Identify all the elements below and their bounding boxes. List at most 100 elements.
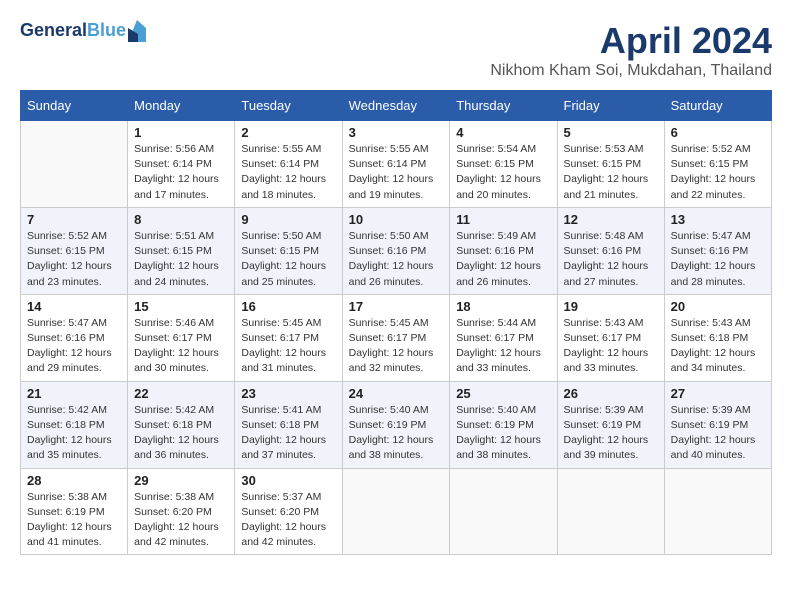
day-number: 23 <box>241 386 335 401</box>
day-info: Sunrise: 5:39 AMSunset: 6:19 PMDaylight:… <box>671 403 765 464</box>
calendar-cell: 1 Sunrise: 5:56 AMSunset: 6:14 PMDaylight… <box>128 121 235 208</box>
day-info: Sunrise: 5:47 AMSunset: 6:16 PMDaylight:… <box>671 229 765 290</box>
day-number: 18 <box>456 299 550 314</box>
day-number: 20 <box>671 299 765 314</box>
day-number: 14 <box>27 299 121 314</box>
calendar-cell: 26 Sunrise: 5:39 AMSunset: 6:19 PMDayligh… <box>557 381 664 468</box>
day-number: 12 <box>564 212 658 227</box>
day-info: Sunrise: 5:38 AMSunset: 6:20 PMDaylight:… <box>134 490 228 551</box>
day-info: Sunrise: 5:40 AMSunset: 6:19 PMDaylight:… <box>349 403 444 464</box>
day-info: Sunrise: 5:55 AMSunset: 6:14 PMDaylight:… <box>241 142 335 203</box>
day-number: 16 <box>241 299 335 314</box>
calendar-cell: 15 Sunrise: 5:46 AMSunset: 6:17 PMDayligh… <box>128 294 235 381</box>
calendar-header: SundayMondayTuesdayWednesdayThursdayFrid… <box>21 91 772 121</box>
day-number: 10 <box>349 212 444 227</box>
calendar-cell: 11 Sunrise: 5:49 AMSunset: 6:16 PMDayligh… <box>450 207 557 294</box>
calendar-cell <box>450 468 557 555</box>
calendar-cell <box>557 468 664 555</box>
weekday-header-tuesday: Tuesday <box>235 91 342 121</box>
weekday-header-monday: Monday <box>128 91 235 121</box>
calendar-cell: 23 Sunrise: 5:41 AMSunset: 6:18 PMDayligh… <box>235 381 342 468</box>
calendar-table: SundayMondayTuesdayWednesdayThursdayFrid… <box>20 90 772 555</box>
day-number: 30 <box>241 473 335 488</box>
calendar-cell: 25Sunrise: 5:40 AMSunset: 6:19 PMDayligh… <box>450 381 557 468</box>
calendar-cell: 4Sunrise: 5:54 AMSunset: 6:15 PMDaylight… <box>450 121 557 208</box>
day-number: 4 <box>456 125 550 140</box>
calendar-cell: 21Sunrise: 5:42 AMSunset: 6:18 PMDayligh… <box>21 381 128 468</box>
day-number: 5 <box>564 125 658 140</box>
day-number: 17 <box>349 299 444 314</box>
day-info: Sunrise: 5:52 AMSunset: 6:15 PMDaylight:… <box>671 142 765 203</box>
day-number: 6 <box>671 125 765 140</box>
calendar-cell <box>21 121 128 208</box>
weekday-header-thursday: Thursday <box>450 91 557 121</box>
calendar-week-5: 28 Sunrise: 5:38 AMSunset: 6:19 PMDayligh… <box>21 468 772 555</box>
day-number: 24 <box>349 386 444 401</box>
day-info: Sunrise: 5:45 AMSunset: 6:17 PMDaylight:… <box>349 316 444 377</box>
day-info: Sunrise: 5:46 AMSunset: 6:17 PMDaylight:… <box>134 316 228 377</box>
calendar-cell: 30 Sunrise: 5:37 AMSunset: 6:20 PMDayligh… <box>235 468 342 555</box>
calendar-cell <box>342 468 450 555</box>
day-info: Sunrise: 5:50 AMSunset: 6:16 PMDaylight:… <box>349 229 444 290</box>
day-number: 27 <box>671 386 765 401</box>
calendar-cell: 22 Sunrise: 5:42 AMSunset: 6:18 PMDayligh… <box>128 381 235 468</box>
calendar-cell: 29Sunrise: 5:38 AMSunset: 6:20 PMDayligh… <box>128 468 235 555</box>
day-number: 28 <box>27 473 121 488</box>
calendar-cell: 27 Sunrise: 5:39 AMSunset: 6:19 PMDayligh… <box>664 381 771 468</box>
day-number: 1 <box>134 125 228 140</box>
weekday-header-row: SundayMondayTuesdayWednesdayThursdayFrid… <box>21 91 772 121</box>
calendar-week-2: 7 Sunrise: 5:52 AMSunset: 6:15 PMDaylight… <box>21 207 772 294</box>
day-number: 19 <box>564 299 658 314</box>
day-info: Sunrise: 5:56 AMSunset: 6:14 PMDaylight:… <box>134 142 228 203</box>
calendar-cell: 19Sunrise: 5:43 AMSunset: 6:17 PMDayligh… <box>557 294 664 381</box>
day-info: Sunrise: 5:55 AMSunset: 6:14 PMDaylight:… <box>349 142 444 203</box>
day-info: Sunrise: 5:52 AMSunset: 6:15 PMDaylight:… <box>27 229 121 290</box>
calendar-cell: 3 Sunrise: 5:55 AMSunset: 6:14 PMDaylight… <box>342 121 450 208</box>
day-info: Sunrise: 5:40 AMSunset: 6:19 PMDaylight:… <box>456 403 550 464</box>
calendar-cell: 18Sunrise: 5:44 AMSunset: 6:17 PMDayligh… <box>450 294 557 381</box>
title-area: April 2024 Nikhom Kham Soi, Mukdahan, Th… <box>490 20 772 80</box>
logo-icon <box>128 20 146 42</box>
weekday-header-friday: Friday <box>557 91 664 121</box>
day-info: Sunrise: 5:51 AMSunset: 6:15 PMDaylight:… <box>134 229 228 290</box>
day-info: Sunrise: 5:43 AMSunset: 6:18 PMDaylight:… <box>671 316 765 377</box>
calendar-cell: 28 Sunrise: 5:38 AMSunset: 6:19 PMDayligh… <box>21 468 128 555</box>
day-number: 21 <box>27 386 121 401</box>
calendar-cell: 8 Sunrise: 5:51 AMSunset: 6:15 PMDaylight… <box>128 207 235 294</box>
day-number: 9 <box>241 212 335 227</box>
day-info: Sunrise: 5:47 AMSunset: 6:16 PMDaylight:… <box>27 316 121 377</box>
calendar-cell: 6 Sunrise: 5:52 AMSunset: 6:15 PMDaylight… <box>664 121 771 208</box>
weekday-header-sunday: Sunday <box>21 91 128 121</box>
day-number: 3 <box>349 125 444 140</box>
day-number: 8 <box>134 212 228 227</box>
calendar-cell: 5 Sunrise: 5:53 AMSunset: 6:15 PMDaylight… <box>557 121 664 208</box>
calendar-week-3: 14 Sunrise: 5:47 AMSunset: 6:16 PMDayligh… <box>21 294 772 381</box>
calendar-cell: 20 Sunrise: 5:43 AMSunset: 6:18 PMDayligh… <box>664 294 771 381</box>
day-number: 15 <box>134 299 228 314</box>
day-info: Sunrise: 5:41 AMSunset: 6:18 PMDaylight:… <box>241 403 335 464</box>
day-number: 22 <box>134 386 228 401</box>
day-info: Sunrise: 5:48 AMSunset: 6:16 PMDaylight:… <box>564 229 658 290</box>
logo: GeneralBlue <box>20 20 146 42</box>
calendar-cell: 7 Sunrise: 5:52 AMSunset: 6:15 PMDaylight… <box>21 207 128 294</box>
day-number: 7 <box>27 212 121 227</box>
day-info: Sunrise: 5:37 AMSunset: 6:20 PMDaylight:… <box>241 490 335 551</box>
calendar-cell: 9Sunrise: 5:50 AMSunset: 6:15 PMDaylight… <box>235 207 342 294</box>
calendar-cell <box>664 468 771 555</box>
day-info: Sunrise: 5:53 AMSunset: 6:15 PMDaylight:… <box>564 142 658 203</box>
day-info: Sunrise: 5:42 AMSunset: 6:18 PMDaylight:… <box>134 403 228 464</box>
day-info: Sunrise: 5:39 AMSunset: 6:19 PMDaylight:… <box>564 403 658 464</box>
logo-text: GeneralBlue <box>20 21 126 41</box>
day-info: Sunrise: 5:49 AMSunset: 6:16 PMDaylight:… <box>456 229 550 290</box>
day-info: Sunrise: 5:45 AMSunset: 6:17 PMDaylight:… <box>241 316 335 377</box>
day-number: 26 <box>564 386 658 401</box>
calendar-cell: 2 Sunrise: 5:55 AMSunset: 6:14 PMDaylight… <box>235 121 342 208</box>
calendar-cell: 12 Sunrise: 5:48 AMSunset: 6:16 PMDayligh… <box>557 207 664 294</box>
day-info: Sunrise: 5:38 AMSunset: 6:19 PMDaylight:… <box>27 490 121 551</box>
calendar-body: 1 Sunrise: 5:56 AMSunset: 6:14 PMDaylight… <box>21 121 772 555</box>
day-number: 11 <box>456 212 550 227</box>
calendar-week-1: 1 Sunrise: 5:56 AMSunset: 6:14 PMDaylight… <box>21 121 772 208</box>
day-number: 2 <box>241 125 335 140</box>
calendar-cell: 16 Sunrise: 5:45 AMSunset: 6:17 PMDayligh… <box>235 294 342 381</box>
page-header: GeneralBlue April 2024 Nikhom Kham Soi, … <box>20 20 772 80</box>
